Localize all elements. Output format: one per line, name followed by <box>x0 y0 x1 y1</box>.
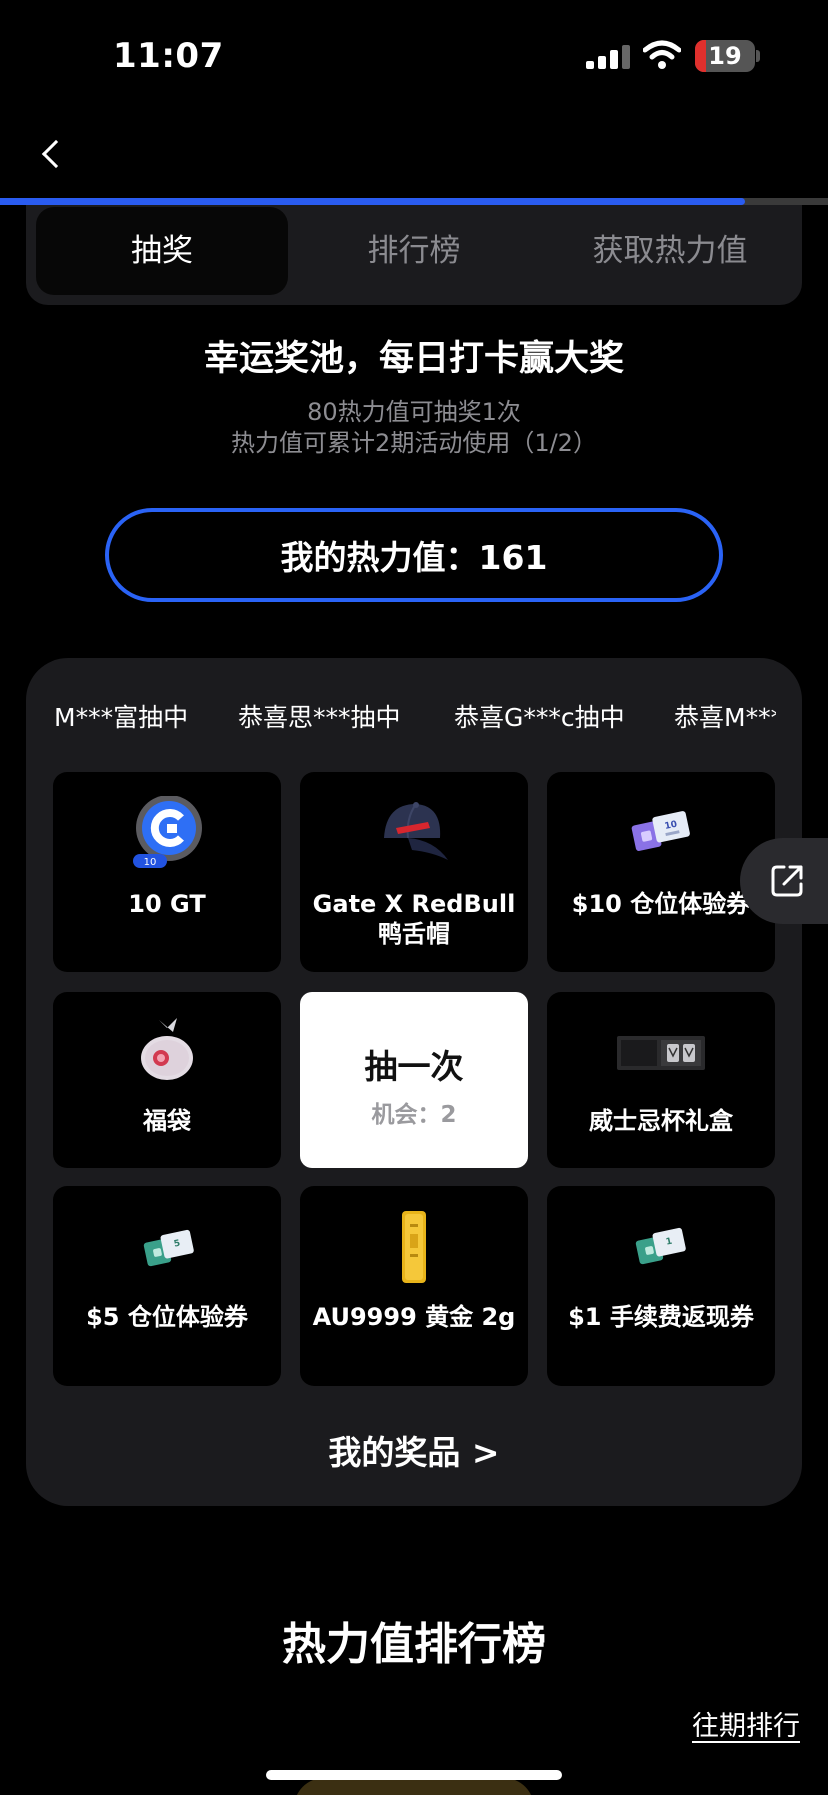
cellular-signal-icon <box>586 45 630 69</box>
back-button[interactable] <box>30 130 74 180</box>
whisky-box-icon <box>617 1036 705 1070</box>
prize-cell-gold: AU9999 黄金 2g <box>300 1186 528 1386</box>
ticker-item: 恭喜M*** <box>674 703 776 732</box>
winner-ticker: M***富抽中 恭喜思***抽中 恭喜G***c抽中 恭喜M*** <box>26 698 776 738</box>
lucky-bag-icon <box>141 1018 193 1080</box>
prize-label: 10 GT <box>128 890 206 918</box>
voucher-icon: 5 <box>143 1229 194 1267</box>
gt-coin-icon: 10 <box>133 796 202 868</box>
wifi-icon <box>643 40 681 69</box>
prize-cell-lucky-bag: 福袋 <box>53 992 281 1168</box>
gold-bar-icon <box>402 1211 426 1283</box>
ticker-item: 恭喜思***抽中 <box>238 703 401 732</box>
ticker-item: 恭喜G***c抽中 <box>454 703 625 732</box>
draw-once-label: 抽一次 <box>364 1047 464 1086</box>
draw-chances: 机会：2 <box>371 1102 457 1128</box>
battery-cap <box>756 50 760 62</box>
share-icon <box>771 865 803 897</box>
battery-percent: 19 <box>708 42 742 70</box>
ranking-title: 热力值排行榜 <box>282 1619 546 1670</box>
page-load-progress-fill <box>0 198 746 205</box>
lottery-panel: M***富抽中 恭喜思***抽中 恭喜G***c抽中 恭喜M*** 10 10 … <box>26 658 802 1506</box>
lottery-rule-cost: 80热力值可抽奖1次 <box>307 398 521 426</box>
ticker-item: M***富抽中 <box>54 703 189 732</box>
prize-label: AU9999 黄金 2g <box>312 1303 516 1331</box>
prize-label: $10 仓位体验券 <box>571 890 751 918</box>
voucher-icon: 1 <box>635 1227 686 1265</box>
page-load-progress <box>0 198 828 205</box>
voucher-icon: 10 <box>631 811 690 851</box>
status-time: 11:07 <box>113 36 224 76</box>
tab-lottery[interactable]: 抽奖 <box>36 207 288 295</box>
lottery-headline: 幸运奖池，每日打卡赢大奖 <box>203 339 624 379</box>
prize-cell-gt: 10 10 GT <box>53 772 281 972</box>
my-prizes-link[interactable]: 我的奖品 > <box>26 1426 802 1474</box>
prize-cell-cap: Gate X RedBull 鸭舌帽 <box>300 772 528 972</box>
share-button[interactable] <box>740 838 828 924</box>
prize-label: $1 手续费返现券 <box>568 1303 754 1331</box>
tab-leaderboard[interactable]: 排行榜 <box>314 207 514 295</box>
gt-coin-badge: 10 <box>144 857 157 868</box>
battery-icon: 19 <box>695 40 755 72</box>
ranking-podium-peek <box>294 1778 534 1795</box>
tab-earn-heat[interactable]: 获取热力值 <box>556 207 784 295</box>
past-ranking-link[interactable]: 往期排行 <box>692 1704 800 1743</box>
lottery-rule-accumulate: 热力值可累计2期活动使用（1/2） <box>231 429 597 457</box>
my-heat-value: 我的热力值：161 <box>105 508 723 602</box>
chevron-left-icon <box>41 139 71 169</box>
prize-cell-voucher-5: 5 $5 仓位体验券 <box>53 1186 281 1386</box>
prize-label: 福袋 <box>143 1107 191 1135</box>
draw-once-button[interactable]: 抽一次 机会：2 <box>300 992 528 1168</box>
home-indicator <box>266 1770 562 1780</box>
cap-icon <box>384 802 448 860</box>
prize-label: $5 仓位体验券 <box>86 1303 248 1331</box>
tab-bar: 抽奖 排行榜 获取热力值 <box>26 205 802 305</box>
prize-cell-whisky-box: 威士忌杯礼盒 <box>547 992 775 1168</box>
prize-label: Gate X RedBull 鸭舌帽 <box>312 890 516 948</box>
prize-cell-fee-rebate: 1 $1 手续费返现券 <box>547 1186 775 1386</box>
prize-label: 威士忌杯礼盒 <box>589 1107 733 1135</box>
